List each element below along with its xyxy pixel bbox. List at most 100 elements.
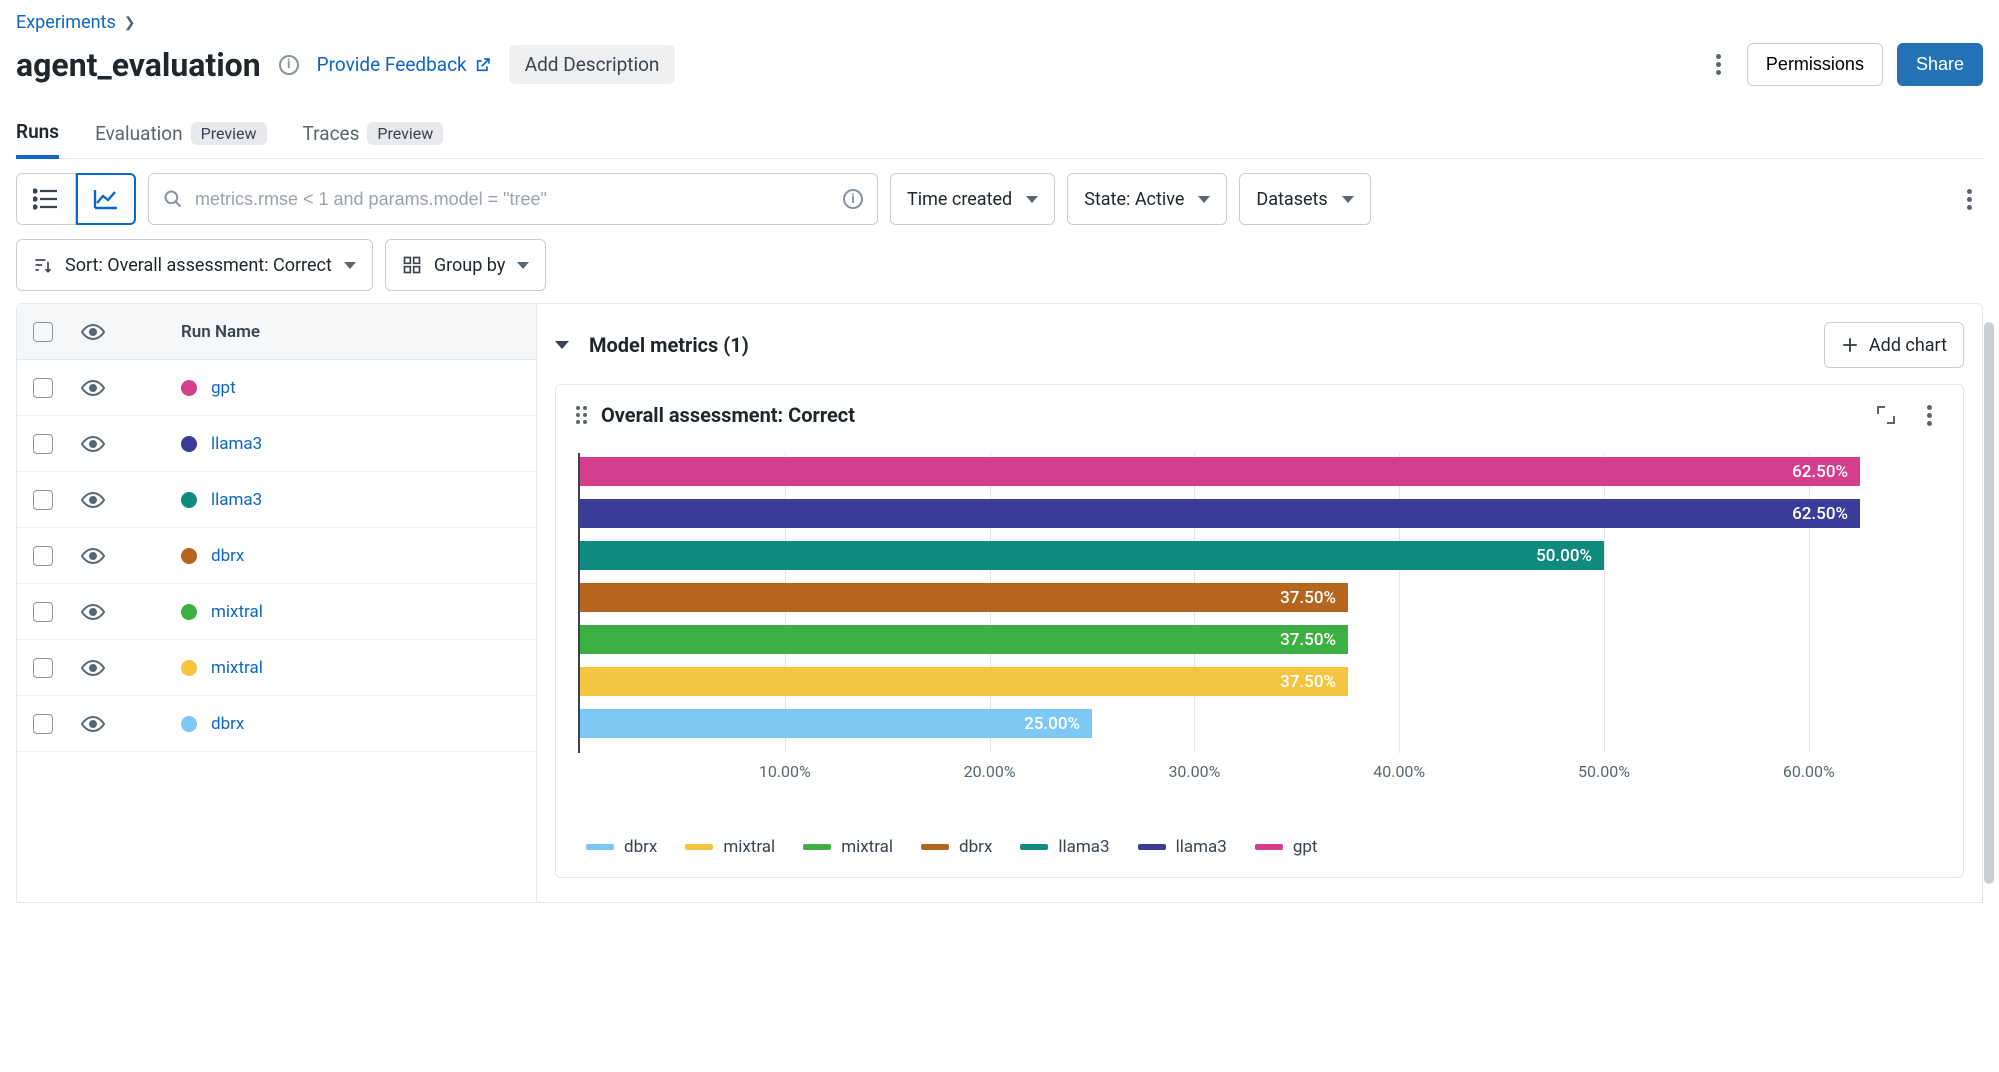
tabs: Runs Evaluation Preview Traces Preview (16, 114, 1983, 159)
row-checkbox[interactable] (33, 714, 53, 734)
group-by-button[interactable]: Group by (385, 239, 546, 291)
sort-icon (33, 255, 53, 275)
row-checkbox[interactable] (33, 546, 53, 566)
expand-icon[interactable] (1877, 406, 1895, 424)
run-link[interactable]: llama3 (211, 490, 262, 510)
permissions-button[interactable]: Permissions (1747, 43, 1883, 86)
eye-icon[interactable] (81, 435, 105, 453)
breadcrumb-experiments-link[interactable]: Experiments (16, 12, 116, 33)
bar-value-label: 37.50% (1280, 672, 1336, 692)
chart-bar[interactable]: 37.50% (580, 583, 1348, 612)
legend-label: dbrx (959, 837, 992, 857)
row-checkbox[interactable] (33, 658, 53, 678)
group-by-label: Group by (434, 255, 505, 276)
list-icon (33, 188, 59, 210)
table-row[interactable]: mixtral (17, 640, 536, 696)
list-view-button[interactable] (16, 173, 76, 225)
eye-icon[interactable] (81, 491, 105, 509)
chart-bar[interactable]: 50.00% (580, 541, 1604, 570)
row-checkbox[interactable] (33, 602, 53, 622)
bar-value-label: 37.50% (1280, 588, 1336, 608)
eye-icon[interactable] (81, 379, 105, 397)
search-box[interactable]: i (148, 173, 878, 225)
search-icon (163, 189, 183, 209)
legend-item[interactable]: mixtral (685, 837, 775, 857)
metrics-section-title: Model metrics (1) (589, 333, 749, 357)
run-color-dot (181, 716, 197, 732)
eye-icon[interactable] (81, 715, 105, 733)
chart-icon (93, 188, 119, 210)
plus-icon (1841, 336, 1859, 354)
external-link-icon (475, 57, 491, 73)
run-link[interactable]: mixtral (211, 602, 263, 622)
table-row[interactable]: llama3 (17, 416, 536, 472)
table-row[interactable]: gpt (17, 360, 536, 416)
row-checkbox[interactable] (33, 434, 53, 454)
legend-label: llama3 (1058, 837, 1109, 857)
table-row[interactable]: llama3 (17, 472, 536, 528)
sort-label: Sort: Overall assessment: Correct (65, 255, 332, 276)
eye-icon[interactable] (81, 323, 105, 341)
chart-bar[interactable]: 25.00% (580, 709, 1092, 738)
run-color-dot (181, 380, 197, 396)
breadcrumb: Experiments ❯ (16, 12, 1983, 33)
runs-table-header: Run Name (17, 304, 536, 360)
tab-traces[interactable]: Traces Preview (303, 114, 444, 158)
select-all-checkbox[interactable] (33, 322, 53, 342)
info-icon[interactable]: i (279, 55, 299, 75)
experiment-header: agent_evaluation i Provide Feedback Add … (16, 43, 1983, 86)
preview-badge: Preview (367, 122, 443, 145)
chart-bar[interactable]: 62.50% (580, 457, 1860, 486)
chart-body: 10.00%20.00%30.00%40.00%50.00%60.00%62.5… (576, 453, 1943, 783)
row-checkbox[interactable] (33, 378, 53, 398)
legend-item[interactable]: llama3 (1138, 837, 1227, 857)
state-filter[interactable]: State: Active (1067, 173, 1227, 225)
provide-feedback-link[interactable]: Provide Feedback (317, 53, 491, 76)
eye-icon[interactable] (81, 547, 105, 565)
chart-overflow-menu[interactable] (1915, 401, 1943, 429)
legend-swatch (586, 844, 614, 850)
chart-bar[interactable]: 62.50% (580, 499, 1860, 528)
datasets-filter[interactable]: Datasets (1239, 173, 1370, 225)
vertical-scrollbar[interactable] (1984, 322, 1994, 884)
run-link[interactable]: mixtral (211, 658, 263, 678)
search-info-icon[interactable]: i (843, 189, 863, 209)
row-checkbox[interactable] (33, 490, 53, 510)
run-link[interactable]: llama3 (211, 434, 262, 454)
chart-view-button[interactable] (76, 173, 136, 225)
collapse-toggle[interactable] (555, 341, 569, 349)
table-row[interactable]: dbrx (17, 528, 536, 584)
tab-evaluation[interactable]: Evaluation Preview (95, 114, 266, 158)
share-button[interactable]: Share (1897, 43, 1983, 86)
toolbar-overflow-menu[interactable] (1955, 185, 1983, 213)
add-description-button[interactable]: Add Description (509, 45, 676, 84)
run-link[interactable]: dbrx (211, 714, 244, 734)
chevron-down-icon (1198, 196, 1210, 203)
chevron-down-icon (344, 262, 356, 269)
time-created-filter[interactable]: Time created (890, 173, 1055, 225)
legend-item[interactable]: mixtral (803, 837, 893, 857)
legend-item[interactable]: gpt (1255, 837, 1318, 857)
run-link[interactable]: dbrx (211, 546, 244, 566)
eye-icon[interactable] (81, 603, 105, 621)
table-row[interactable]: dbrx (17, 696, 536, 752)
tab-traces-label: Traces (303, 122, 360, 145)
chart-bar[interactable]: 37.50% (580, 625, 1348, 654)
add-chart-button[interactable]: Add chart (1824, 322, 1964, 368)
search-input[interactable] (195, 189, 831, 210)
table-row[interactable]: mixtral (17, 584, 536, 640)
run-link[interactable]: gpt (211, 378, 236, 398)
drag-handle-icon[interactable] (576, 406, 587, 424)
sort-button[interactable]: Sort: Overall assessment: Correct (16, 239, 373, 291)
chart-bar[interactable]: 37.50% (580, 667, 1348, 696)
preview-badge: Preview (191, 122, 267, 145)
chevron-down-icon (1342, 196, 1354, 203)
tab-runs[interactable]: Runs (16, 114, 59, 159)
legend-item[interactable]: dbrx (921, 837, 992, 857)
header-overflow-menu[interactable] (1705, 51, 1733, 79)
x-axis-tick: 40.00% (1373, 762, 1425, 781)
eye-icon[interactable] (81, 659, 105, 677)
legend-item[interactable]: dbrx (586, 837, 657, 857)
legend-item[interactable]: llama3 (1020, 837, 1109, 857)
chevron-down-icon (1026, 196, 1038, 203)
